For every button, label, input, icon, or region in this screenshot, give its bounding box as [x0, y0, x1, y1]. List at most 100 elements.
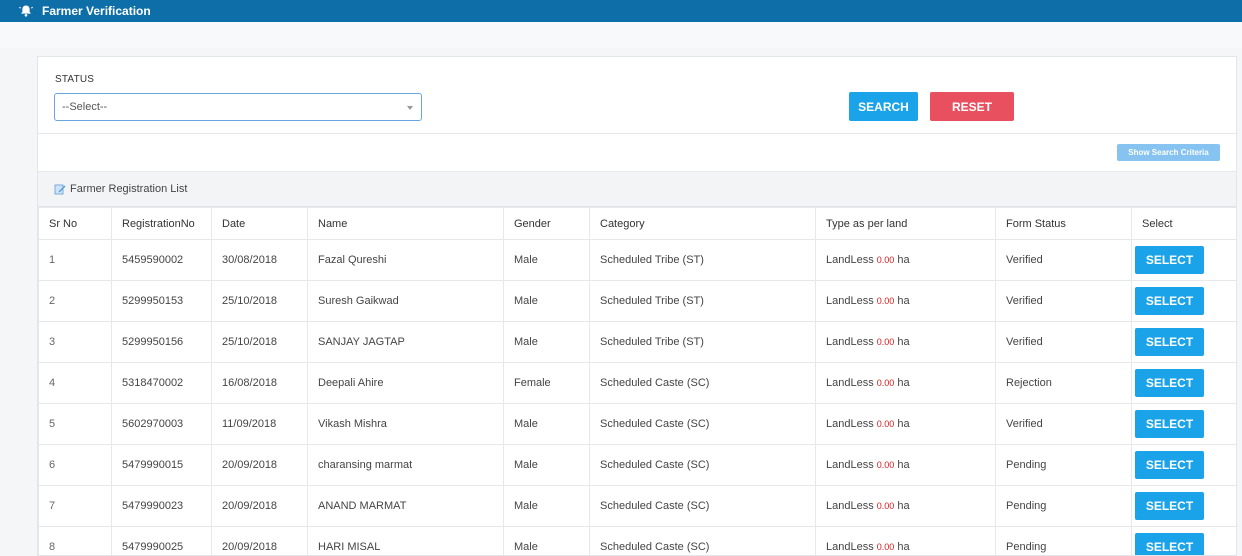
cell-name: charansing marmat — [308, 445, 504, 486]
select-button[interactable]: SELECT — [1135, 451, 1204, 479]
cell-registration-no: 5299950156 — [112, 322, 212, 363]
land-type-text: LandLess — [826, 295, 874, 307]
filter-section: STATUS --Select-- SEARCH RESET — [38, 57, 1236, 134]
select-button[interactable]: SELECT — [1135, 410, 1204, 438]
status-label: STATUS — [55, 74, 94, 85]
cell-sr-no: 6 — [39, 445, 112, 486]
table-row: 7547999002320/09/2018ANAND MARMATMaleSch… — [39, 486, 1238, 527]
status-select[interactable]: --Select-- — [54, 93, 422, 121]
cell-date: 25/10/2018 — [212, 281, 308, 322]
land-area-unit: ha — [897, 295, 909, 307]
land-area-value: 0.00 — [877, 460, 895, 470]
cell-name: Fazal Qureshi — [308, 240, 504, 281]
column-header: Type as per land — [816, 208, 996, 240]
land-area-unit: ha — [897, 541, 909, 553]
table-row: 1545959000230/08/2018Fazal QureshiMaleSc… — [39, 240, 1238, 281]
select-button[interactable]: SELECT — [1135, 328, 1204, 356]
cell-registration-no: 5479990023 — [112, 486, 212, 527]
cell-category: Scheduled Caste (SC) — [590, 527, 816, 556]
cell-date: 20/09/2018 — [212, 527, 308, 556]
cell-form-status: Verified — [996, 322, 1132, 363]
main-panel: STATUS --Select-- SEARCH RESET Show Sear… — [37, 56, 1237, 556]
reset-button[interactable]: RESET — [930, 92, 1014, 121]
select-button[interactable]: SELECT — [1135, 492, 1204, 520]
cell-name: SANJAY JAGTAP — [308, 322, 504, 363]
cell-select: SELECT — [1132, 363, 1238, 404]
cell-form-status: Rejection — [996, 363, 1132, 404]
cell-select: SELECT — [1132, 404, 1238, 445]
cell-select: SELECT — [1132, 527, 1238, 556]
cell-form-status: Pending — [996, 445, 1132, 486]
cell-gender: Female — [504, 363, 590, 404]
cell-name: Deepali Ahire — [308, 363, 504, 404]
land-area-value: 0.00 — [877, 378, 895, 388]
land-type-text: LandLess — [826, 541, 874, 553]
table-row: 3529995015625/10/2018SANJAY JAGTAPMaleSc… — [39, 322, 1238, 363]
cell-land-type: LandLess 0.00 ha — [816, 445, 996, 486]
bell-icon — [18, 3, 34, 19]
column-header: Category — [590, 208, 816, 240]
land-area-value: 0.00 — [877, 296, 895, 306]
cell-category: Scheduled Caste (SC) — [590, 404, 816, 445]
cell-gender: Male — [504, 445, 590, 486]
page-title: Farmer Verification — [42, 4, 151, 18]
cell-sr-no: 8 — [39, 527, 112, 556]
edit-icon — [54, 183, 66, 195]
table-row: 6547999001520/09/2018charansing marmatMa… — [39, 445, 1238, 486]
top-bar: Farmer Verification — [0, 0, 1242, 22]
cell-land-type: LandLess 0.00 ha — [816, 240, 996, 281]
table-row: 5560297000311/09/2018Vikash MishraMaleSc… — [39, 404, 1238, 445]
land-area-unit: ha — [897, 418, 909, 430]
select-button[interactable]: SELECT — [1135, 246, 1204, 274]
cell-sr-no: 5 — [39, 404, 112, 445]
cell-sr-no: 2 — [39, 281, 112, 322]
cell-select: SELECT — [1132, 445, 1238, 486]
land-area-unit: ha — [897, 336, 909, 348]
cell-gender: Male — [504, 240, 590, 281]
select-button[interactable]: SELECT — [1135, 369, 1204, 397]
land-area-value: 0.00 — [877, 255, 895, 265]
search-button[interactable]: SEARCH — [849, 92, 918, 121]
cell-gender: Male — [504, 281, 590, 322]
cell-gender: Male — [504, 486, 590, 527]
cell-category: Scheduled Caste (SC) — [590, 486, 816, 527]
cell-form-status: Pending — [996, 527, 1132, 556]
cell-select: SELECT — [1132, 322, 1238, 363]
land-type-text: LandLess — [826, 418, 874, 430]
sub-header-strip — [0, 22, 1242, 48]
column-header: Gender — [504, 208, 590, 240]
cell-registration-no: 5459590002 — [112, 240, 212, 281]
column-header: Select — [1132, 208, 1238, 240]
cell-category: Scheduled Tribe (ST) — [590, 240, 816, 281]
cell-land-type: LandLess 0.00 ha — [816, 363, 996, 404]
select-button[interactable]: SELECT — [1135, 287, 1204, 315]
land-area-value: 0.00 — [877, 501, 895, 511]
cell-sr-no: 7 — [39, 486, 112, 527]
table-row: 8547999002520/09/2018HARI MISALMaleSched… — [39, 527, 1238, 556]
cell-registration-no: 5299950153 — [112, 281, 212, 322]
land-area-unit: ha — [897, 459, 909, 471]
cell-name: HARI MISAL — [308, 527, 504, 556]
cell-date: 11/09/2018 — [212, 404, 308, 445]
list-title: Farmer Registration List — [70, 183, 187, 195]
land-area-value: 0.00 — [877, 337, 895, 347]
cell-category: Scheduled Tribe (ST) — [590, 281, 816, 322]
cell-land-type: LandLess 0.00 ha — [816, 322, 996, 363]
column-header: Form Status — [996, 208, 1132, 240]
table-row: 2529995015325/10/2018Suresh GaikwadMaleS… — [39, 281, 1238, 322]
cell-select: SELECT — [1132, 240, 1238, 281]
cell-name: Suresh Gaikwad — [308, 281, 504, 322]
cell-date: 16/08/2018 — [212, 363, 308, 404]
column-header: Sr No — [39, 208, 112, 240]
cell-category: Scheduled Tribe (ST) — [590, 322, 816, 363]
land-area-unit: ha — [897, 377, 909, 389]
cell-form-status: Verified — [996, 404, 1132, 445]
cell-select: SELECT — [1132, 281, 1238, 322]
cell-registration-no: 5602970003 — [112, 404, 212, 445]
cell-name: ANAND MARMAT — [308, 486, 504, 527]
select-button[interactable]: SELECT — [1135, 533, 1204, 556]
show-search-criteria-button[interactable]: Show Search Criteria — [1117, 144, 1220, 161]
registration-table: Sr No RegistrationNo Date Name Gender Ca… — [38, 207, 1237, 556]
cell-form-status: Verified — [996, 240, 1132, 281]
cell-registration-no: 5479990025 — [112, 527, 212, 556]
